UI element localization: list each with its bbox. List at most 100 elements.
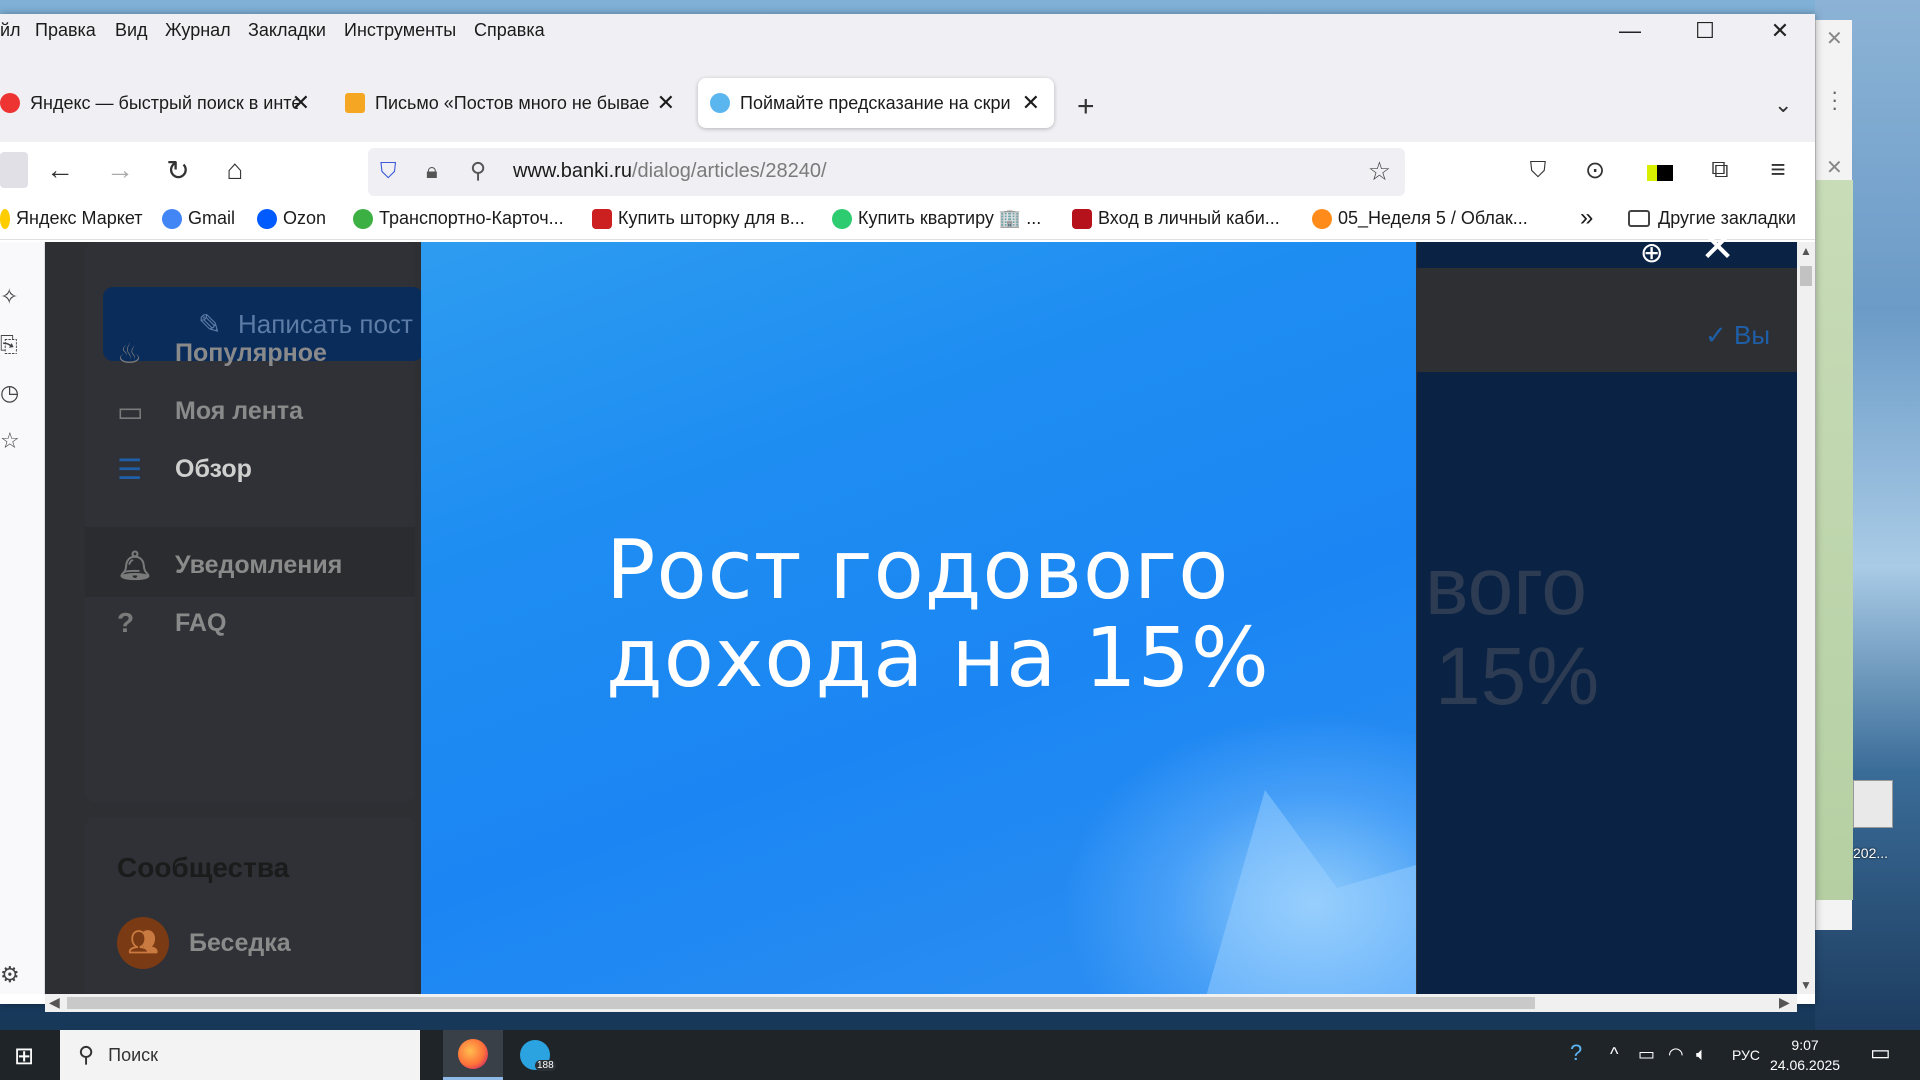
zoom-in-icon[interactable]: ⊕ bbox=[1640, 236, 1663, 269]
scroll-up-arrow-icon[interactable]: ▲ bbox=[1800, 244, 1812, 258]
lightbox-close-icon[interactable]: ✕ bbox=[1700, 222, 1735, 271]
bookmark-gmail[interactable]: Gmail bbox=[162, 208, 235, 229]
scroll-left-arrow-icon[interactable]: ◀ bbox=[49, 994, 60, 1011]
windows-taskbar: ⊞ ⚲ Поиск 188 ? ^ ▭ ◠ 🔈︎ РУС 9:07 24.06.… bbox=[0, 1030, 1920, 1080]
tab-close-icon[interactable]: ✕ bbox=[292, 90, 310, 116]
menu-help[interactable]: Справка bbox=[474, 20, 545, 41]
account-icon[interactable]: ⊙ bbox=[1575, 156, 1615, 185]
bookmark-star-icon[interactable]: ☆ bbox=[1368, 156, 1391, 187]
ozon-icon bbox=[257, 208, 277, 229]
taskbar-search-box[interactable]: ⚲ Поиск bbox=[60, 1030, 420, 1080]
colorful-extension-icon[interactable] bbox=[1640, 156, 1680, 188]
help-question-icon[interactable]: ? bbox=[1570, 1040, 1582, 1066]
tab-mail[interactable]: Письмо «Постов много не бывае ✕ bbox=[345, 78, 675, 128]
history-clock-icon[interactable]: ◷ bbox=[0, 380, 19, 406]
menu-bookmarks[interactable]: Закладки bbox=[248, 20, 326, 41]
nav-faq[interactable]: ? FAQ bbox=[117, 607, 226, 639]
reload-button[interactable]: ↻ bbox=[158, 154, 198, 187]
nav-label: Обзор bbox=[175, 455, 252, 483]
background-check-label: ✓ Вы bbox=[1705, 320, 1771, 350]
bookmark-ozon[interactable]: Ozon bbox=[257, 208, 326, 229]
nav-notifications[interactable]: 🔔︎ Уведомления bbox=[117, 549, 342, 582]
tab-close-icon[interactable]: ✕ bbox=[657, 90, 675, 116]
taskbar-telegram[interactable]: 188 bbox=[505, 1030, 565, 1080]
vertical-scrollbar[interactable]: ▲ ▼ bbox=[1797, 242, 1815, 994]
bookmarks-star-icon[interactable]: ☆ bbox=[0, 428, 20, 454]
background-window[interactable]: ✕ · · · ✕ bbox=[1815, 20, 1853, 930]
extensions-puzzle-icon[interactable]: ⧉ bbox=[1700, 156, 1740, 184]
nav-overview[interactable]: ☰ Обзор bbox=[117, 453, 252, 486]
url-text[interactable]: www.banki.ru/dialog/articles/28240/ bbox=[513, 160, 827, 183]
wifi-icon[interactable]: ◠ bbox=[1668, 1044, 1684, 1065]
background-window-close-icon[interactable]: ✕ bbox=[1826, 26, 1843, 51]
nav-popular[interactable]: ♨ Популярное bbox=[117, 337, 327, 370]
bookmark-label: 05_Неделя 5 / Облак... bbox=[1338, 208, 1528, 228]
horizontal-scroll-thumb[interactable] bbox=[67, 997, 1535, 1009]
volume-icon[interactable]: 🔈︎ bbox=[1696, 1044, 1707, 1065]
ai-sparkle-icon[interactable]: ✧ bbox=[0, 284, 18, 310]
language-indicator[interactable]: РУС bbox=[1732, 1047, 1760, 1063]
forward-button[interactable]: → bbox=[100, 154, 140, 186]
app-menu-icon[interactable]: ≡ bbox=[1758, 154, 1798, 185]
minimize-button[interactable]: — bbox=[1595, 14, 1665, 48]
bookmark-personal-cabinet[interactable]: Вход в личный каби... bbox=[1072, 208, 1280, 229]
menu-view[interactable]: Вид bbox=[115, 20, 148, 41]
community-item[interactable]: 👥︎ Беседка bbox=[117, 917, 291, 969]
battery-icon[interactable]: ▭ bbox=[1638, 1044, 1655, 1065]
menu-file[interactable]: йл bbox=[0, 20, 21, 41]
nav-my-feed[interactable]: ▭ Моя лента bbox=[117, 395, 303, 428]
maximize-button[interactable]: ☐ bbox=[1670, 14, 1740, 48]
write-post-label: Написать пост bbox=[238, 308, 413, 339]
synced-tabs-icon[interactable]: ⎘ bbox=[0, 332, 18, 358]
menu-edit[interactable]: Правка bbox=[35, 20, 96, 41]
home-button[interactable]: ⌂ bbox=[215, 154, 255, 186]
back-button[interactable]: ← bbox=[40, 154, 80, 186]
tab-yandex[interactable]: Яндекс — быстрый поиск в инте ✕ bbox=[0, 78, 310, 128]
bookmark-cloud-week5[interactable]: 05_Неделя 5 / Облак... bbox=[1312, 208, 1528, 229]
vertical-scroll-thumb[interactable] bbox=[1800, 266, 1812, 286]
bg-headline-line2: 15% bbox=[1435, 631, 1600, 722]
search-placeholder: Поиск bbox=[108, 1044, 159, 1065]
windows-start-icon[interactable]: ⊞ bbox=[14, 1042, 34, 1071]
list-all-tabs-chevron-icon[interactable]: ⌄ bbox=[1774, 92, 1792, 118]
fire-icon: ♨ bbox=[117, 338, 143, 369]
desktop-file-icon[interactable] bbox=[1853, 780, 1893, 828]
show-hidden-icons-chevron-icon[interactable]: ^ bbox=[1610, 1044, 1618, 1065]
permissions-icon[interactable]: ⚲ bbox=[470, 158, 486, 184]
background-chat-panel bbox=[1816, 180, 1853, 900]
tracking-protection-shield-icon[interactable]: ⛉ bbox=[380, 158, 397, 184]
bookmark-buy-apartment[interactable]: Купить квартиру 🏢 ... bbox=[832, 208, 1041, 229]
bookmark-yandex-market[interactable]: Яндекс Маркет bbox=[0, 208, 142, 229]
bookmark-transport-card[interactable]: Транспортно-Карточ... bbox=[353, 208, 564, 229]
new-tab-button[interactable]: + bbox=[1077, 90, 1095, 124]
kebab-menu-icon[interactable]: · · · bbox=[1831, 81, 1838, 119]
lightbox-image[interactable]: Рост годового дохода на 15% bbox=[421, 242, 1416, 994]
yandex-market-icon bbox=[0, 208, 10, 229]
tab-close-icon[interactable]: ✕ bbox=[1022, 90, 1040, 116]
bookmarks-overflow-chevron-icon[interactable]: » bbox=[1580, 204, 1593, 232]
bookmark-label: Яндекс Маркет bbox=[16, 208, 143, 228]
question-icon: ? bbox=[117, 607, 135, 638]
notifications-icon[interactable]: ▭ bbox=[1870, 1040, 1891, 1066]
menu-tools[interactable]: Инструменты bbox=[344, 20, 456, 41]
background-panel-close-icon[interactable]: ✕ bbox=[1826, 155, 1843, 180]
address-bar[interactable]: ⛉ 🔒︎ ⚲ www.banki.ru/dialog/articles/2824… bbox=[368, 148, 1405, 196]
taskbar-clock[interactable]: 9:07 24.06.2025 bbox=[1770, 1035, 1840, 1075]
clock-date: 24.06.2025 bbox=[1770, 1057, 1841, 1073]
close-window-button[interactable]: ✕ bbox=[1745, 14, 1815, 48]
bookmark-buy-curtain[interactable]: Купить шторку для в... bbox=[592, 208, 805, 229]
vi-store-icon bbox=[592, 208, 612, 229]
taskbar-firefox[interactable] bbox=[443, 1030, 503, 1080]
pocket-icon[interactable]: ⛉ bbox=[1518, 157, 1558, 183]
menu-bar: йл Правка Вид Журнал Закладки Инструмент… bbox=[0, 14, 1815, 48]
settings-gear-icon[interactable]: ⚙ bbox=[0, 962, 20, 988]
scroll-right-arrow-icon[interactable]: ▶ bbox=[1779, 994, 1790, 1011]
tab-bar: Яндекс — быстрый поиск в инте ✕ Письмо «… bbox=[0, 48, 1815, 142]
lock-icon[interactable]: 🔒︎ bbox=[426, 158, 438, 184]
horizontal-scrollbar[interactable]: ◀ ▶ bbox=[45, 994, 1797, 1012]
menu-history[interactable]: Журнал bbox=[165, 20, 231, 41]
tab-banki-active[interactable]: Поймайте предсказание на скри ✕ bbox=[698, 78, 1054, 128]
scroll-down-arrow-icon[interactable]: ▼ bbox=[1800, 978, 1812, 992]
sidebar-toggle-icon[interactable] bbox=[0, 152, 28, 188]
telegram-unread-badge: 188 bbox=[535, 1060, 556, 1071]
